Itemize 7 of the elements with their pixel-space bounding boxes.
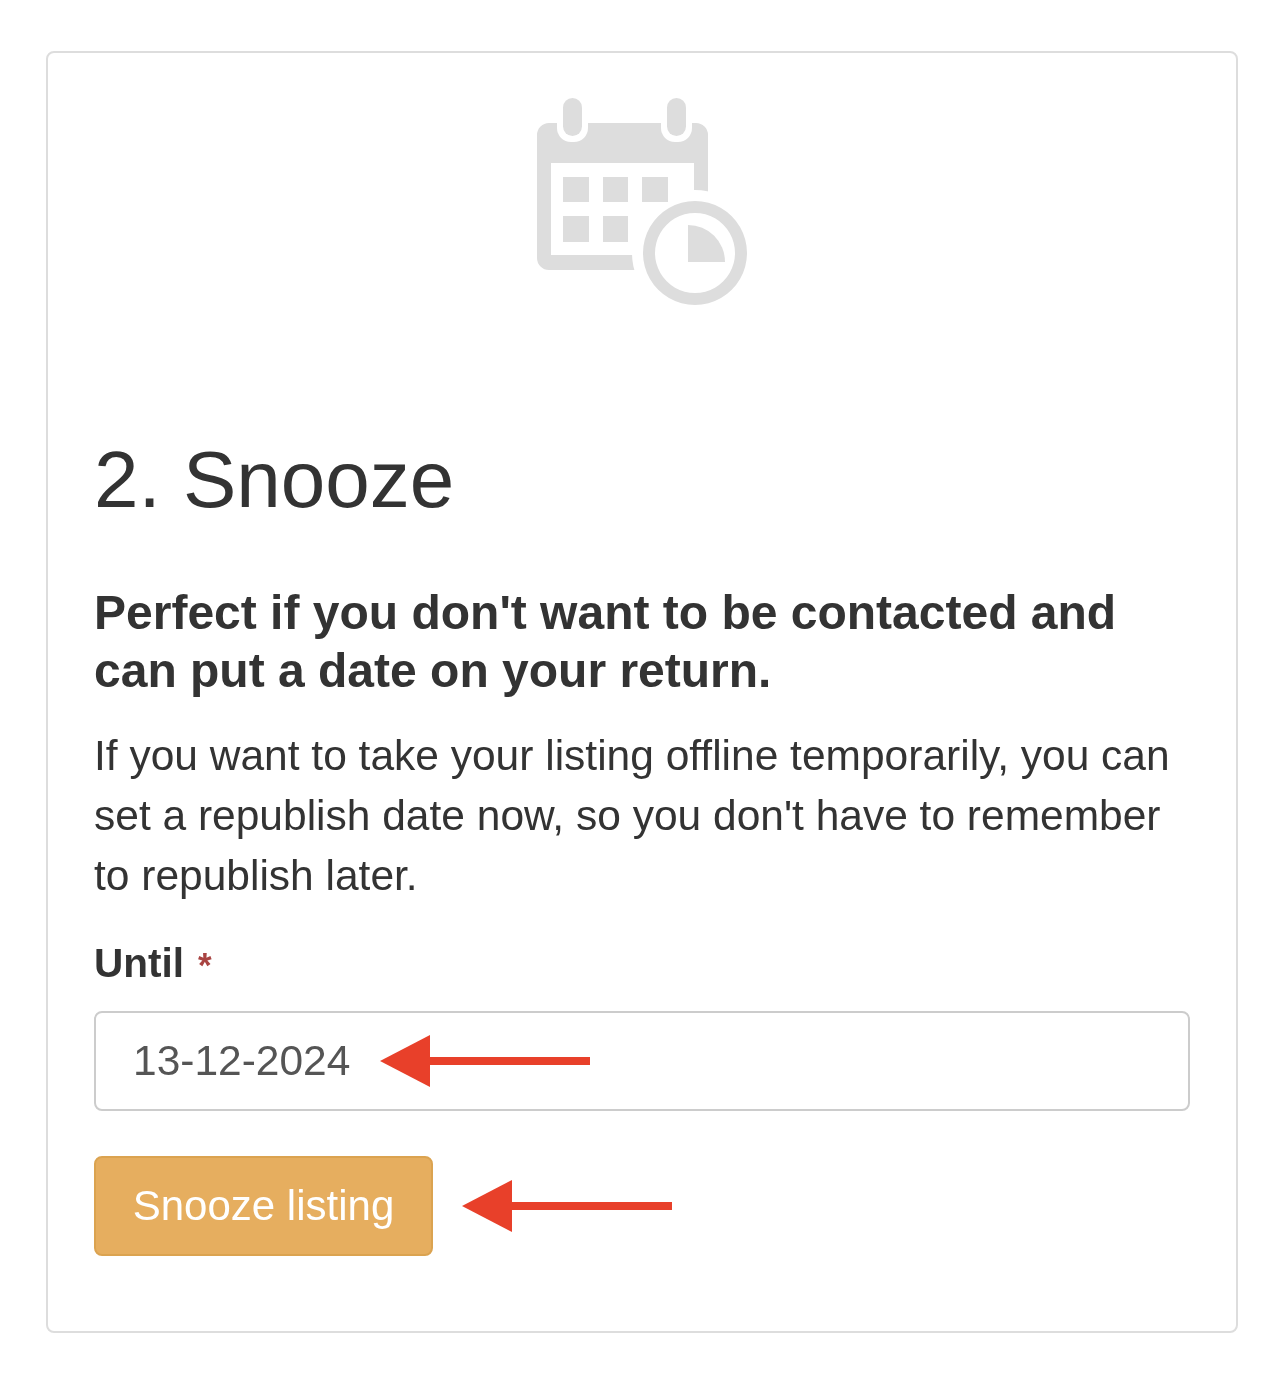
description-text: If you want to take your listing offline temporarily, you can set a republish date now, so you don't have to remember to republish later. (94, 731, 1171, 901)
required-asterisk: * (198, 944, 212, 986)
field-label: Until (94, 939, 184, 988)
section-heading: 2. Snooze (94, 436, 456, 524)
calendar-clock-icon (536, 98, 748, 308)
section-subheading: Perfect if you don't want to be contacted and can put a date on your return. (94, 585, 1118, 699)
date-input-field[interactable]: 13-12-2024 (94, 1010, 1190, 1111)
